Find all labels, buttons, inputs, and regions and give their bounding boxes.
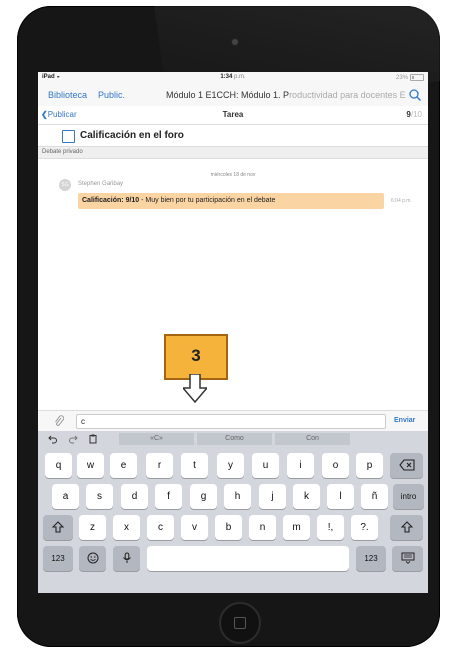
key-shift-left[interactable] [43, 515, 73, 540]
clock: 1:34 p.m. [38, 74, 428, 80]
home-button[interactable] [219, 602, 261, 644]
course-title-fade: roductividad para docentes E1 CCH M... [289, 90, 406, 100]
key-enye[interactable]: ñ [361, 484, 388, 509]
message-input-value: c [81, 417, 85, 426]
key-question-period[interactable]: ?. [351, 515, 378, 540]
submission-counter: 9/10 [406, 110, 422, 119]
keyboard: «C» Como Con q w e r t y u i o p a s d f… [38, 431, 428, 593]
status-bar: iPad ◒ 1:34 p.m. 23% [38, 72, 428, 84]
battery-percent: 23% [395, 75, 408, 82]
emoji-icon [87, 552, 98, 564]
message-date: miércoles 18 de nov [210, 172, 256, 178]
shift-icon [51, 521, 65, 533]
key-o[interactable]: o [322, 453, 349, 478]
shift-icon [400, 521, 413, 533]
key-q[interactable]: q [45, 453, 72, 478]
key-t[interactable]: t [181, 453, 208, 478]
home-square-icon [234, 617, 246, 629]
key-hide-keyboard[interactable] [392, 546, 423, 571]
assignment-row[interactable]: Calificación en el foro [38, 125, 428, 145]
key-n[interactable]: n [249, 515, 276, 540]
key-g[interactable]: g [190, 484, 217, 509]
page-title: Tarea [222, 110, 244, 119]
key-exclaim-comma[interactable]: !, [317, 515, 344, 540]
key-y[interactable]: y [217, 453, 244, 478]
send-button[interactable]: Enviar [394, 417, 415, 424]
key-l[interactable]: l [327, 484, 354, 509]
key-i[interactable]: i [287, 453, 314, 478]
key-d[interactable]: d [121, 484, 148, 509]
nav-bar: Biblioteca Public. Módulo 1 E1CCH: Módul… [38, 84, 428, 106]
paste-icon[interactable] [88, 434, 98, 444]
keyboard-hide-icon [401, 552, 414, 565]
course-title-main: Módulo 1 E1CCH: Módulo 1. P [166, 90, 290, 100]
assignment-checkbox[interactable] [62, 130, 75, 143]
key-return[interactable]: intro [393, 484, 424, 509]
key-c[interactable]: c [147, 515, 174, 540]
key-backspace[interactable] [390, 453, 423, 478]
suggestion-bar: «C» Como Con [38, 431, 428, 447]
key-dictation[interactable] [113, 546, 140, 571]
key-h[interactable]: h [224, 484, 251, 509]
undo-icon[interactable] [48, 434, 58, 444]
message-text: Calificación: 9/10 - Muy bien por tu par… [82, 197, 275, 204]
camera-icon [231, 38, 239, 46]
key-emoji[interactable] [79, 546, 106, 571]
microphone-icon [122, 552, 131, 564]
message-grade: Calificación: 9/10 [82, 197, 140, 204]
section-header: Debate privado [38, 146, 428, 159]
avatar: SG [59, 179, 71, 191]
key-numbers-left[interactable]: 123 [43, 546, 73, 571]
message-bubble: Calificación: 9/10 - Muy bien por tu par… [78, 193, 384, 209]
battery-icon [410, 74, 424, 81]
message-time: 6:04 p.m. [391, 198, 412, 204]
key-m[interactable]: m [283, 515, 310, 540]
nav-biblioteca[interactable]: Biblioteca [48, 90, 87, 100]
course-title: Módulo 1 E1CCH: Módulo 1. Productividad … [166, 90, 406, 100]
key-a[interactable]: a [52, 484, 79, 509]
message-input[interactable]: c [76, 414, 386, 429]
detail-toolbar: ❮Publicar Tarea 9/10 [38, 106, 428, 125]
paperclip-icon[interactable] [54, 415, 64, 427]
screen: iPad ◒ 1:34 p.m. 23% Biblioteca Public. … [38, 72, 428, 593]
key-v[interactable]: v [181, 515, 208, 540]
suggestion-2[interactable]: Como [197, 433, 272, 445]
key-f[interactable]: f [155, 484, 182, 509]
assignment-label: Calificación en el foro [80, 130, 184, 141]
counter-total: /10 [410, 110, 422, 119]
section-label: Debate privado [42, 149, 83, 155]
key-r[interactable]: r [146, 453, 173, 478]
key-j[interactable]: j [259, 484, 286, 509]
key-shift-right[interactable] [390, 515, 423, 540]
nav-public[interactable]: Public. [98, 90, 125, 100]
down-arrow-icon [183, 374, 207, 404]
key-w[interactable]: w [77, 453, 104, 478]
key-x[interactable]: x [113, 515, 140, 540]
message-comment: - Muy bien por tu participación en el de… [139, 197, 276, 204]
backspace-icon [398, 459, 415, 471]
key-e[interactable]: e [110, 453, 137, 478]
search-icon[interactable] [408, 88, 422, 102]
key-u[interactable]: u [252, 453, 279, 478]
key-p[interactable]: p [356, 453, 383, 478]
clock-time: 1:34 [220, 74, 233, 80]
sender-name: Stephen Garibay [78, 181, 124, 187]
redo-icon[interactable] [68, 434, 78, 444]
key-space[interactable] [147, 546, 349, 571]
key-k[interactable]: k [293, 484, 320, 509]
battery-indicator: 23% [396, 74, 424, 81]
compose-bar: c Enviar [38, 410, 428, 431]
key-numbers-right[interactable]: 123 [356, 546, 386, 571]
suggestion-1[interactable]: «C» [119, 433, 194, 445]
clock-ampm: p.m. [234, 74, 246, 80]
key-s[interactable]: s [86, 484, 113, 509]
suggestion-3[interactable]: Con [275, 433, 350, 445]
key-b[interactable]: b [215, 515, 242, 540]
key-z[interactable]: z [79, 515, 106, 540]
